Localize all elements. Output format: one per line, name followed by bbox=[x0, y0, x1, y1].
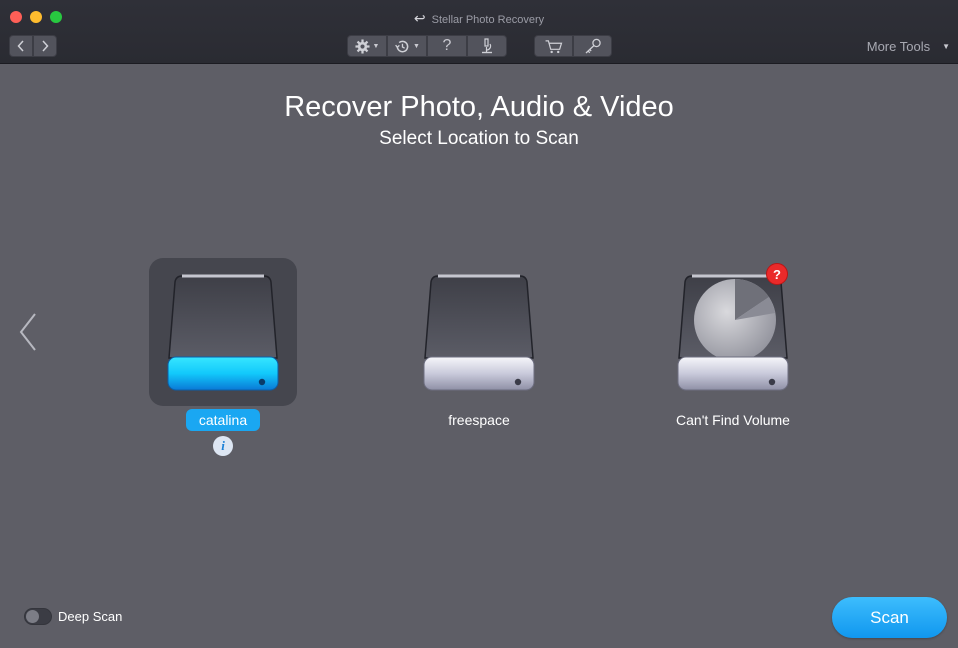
chevron-left-icon bbox=[17, 40, 24, 52]
chevron-right-icon bbox=[42, 40, 49, 52]
hard-drive-icon bbox=[423, 274, 535, 391]
scan-button[interactable]: Scan bbox=[832, 597, 947, 638]
store-tools bbox=[534, 35, 612, 57]
question-mark-icon: ? bbox=[442, 37, 452, 54]
buy-button[interactable] bbox=[534, 35, 573, 57]
drive-tile[interactable] bbox=[405, 258, 553, 406]
microscope-icon bbox=[482, 38, 492, 54]
drive-label[interactable]: freespace bbox=[435, 409, 522, 431]
carousel-previous-button[interactable] bbox=[16, 311, 40, 353]
info-icon[interactable]: i bbox=[213, 436, 233, 456]
drive-tile[interactable] bbox=[149, 258, 297, 406]
log-button[interactable] bbox=[467, 35, 507, 57]
window-title-text: Stellar Photo Recovery bbox=[431, 14, 545, 26]
history-icon bbox=[395, 40, 409, 52]
help-button[interactable]: ? bbox=[427, 35, 467, 57]
warning-badge-icon: ? bbox=[766, 263, 788, 285]
window-title: ↩ Stellar Photo Recovery bbox=[0, 10, 958, 27]
app-back-arrow-icon: ↩ bbox=[413, 10, 426, 26]
deep-scan-toggle[interactable] bbox=[24, 608, 52, 625]
drive-item-catalina[interactable]: catalina i bbox=[149, 258, 297, 456]
chevron-left-icon bbox=[19, 313, 36, 351]
forward-button[interactable] bbox=[33, 35, 57, 57]
page-title: Recover Photo, Audio & Video bbox=[284, 91, 674, 123]
key-icon bbox=[585, 38, 601, 54]
more-tools-label: More Tools bbox=[866, 39, 931, 54]
hard-drive-icon bbox=[167, 274, 279, 391]
toggle-knob bbox=[26, 610, 39, 623]
history-caret-icon: ▼ bbox=[413, 42, 420, 50]
deep-scan-label: Deep Scan bbox=[58, 609, 123, 624]
more-tools-caret-icon: ▼ bbox=[942, 42, 950, 51]
gear-icon bbox=[355, 38, 370, 54]
drive-label[interactable]: catalina bbox=[185, 409, 261, 431]
drive-label[interactable]: Can't Find Volume bbox=[663, 409, 803, 431]
navigation-buttons bbox=[9, 35, 57, 57]
more-tools-menu[interactable]: More Tools ▼ bbox=[867, 39, 950, 54]
history-button[interactable]: ▼ bbox=[387, 35, 427, 57]
drive-item-cant-find-volume[interactable]: ? Can't Find Volume bbox=[659, 258, 807, 431]
settings-button[interactable]: ▼ bbox=[347, 35, 387, 57]
drive-item-freespace[interactable]: freespace bbox=[405, 258, 553, 431]
drive-tile[interactable]: ? bbox=[659, 258, 807, 406]
title-bar: ↩ Stellar Photo Recovery ▼ ▼ ? More Tool… bbox=[0, 0, 958, 64]
cart-icon bbox=[545, 39, 562, 53]
back-button[interactable] bbox=[9, 35, 33, 57]
toolbar-tools: ▼ ▼ ? bbox=[347, 35, 507, 57]
page-subtitle: Select Location to Scan bbox=[379, 128, 579, 149]
activate-button[interactable] bbox=[573, 35, 612, 57]
deep-scan-control: Deep Scan bbox=[24, 608, 122, 625]
settings-caret-icon: ▼ bbox=[372, 42, 380, 50]
